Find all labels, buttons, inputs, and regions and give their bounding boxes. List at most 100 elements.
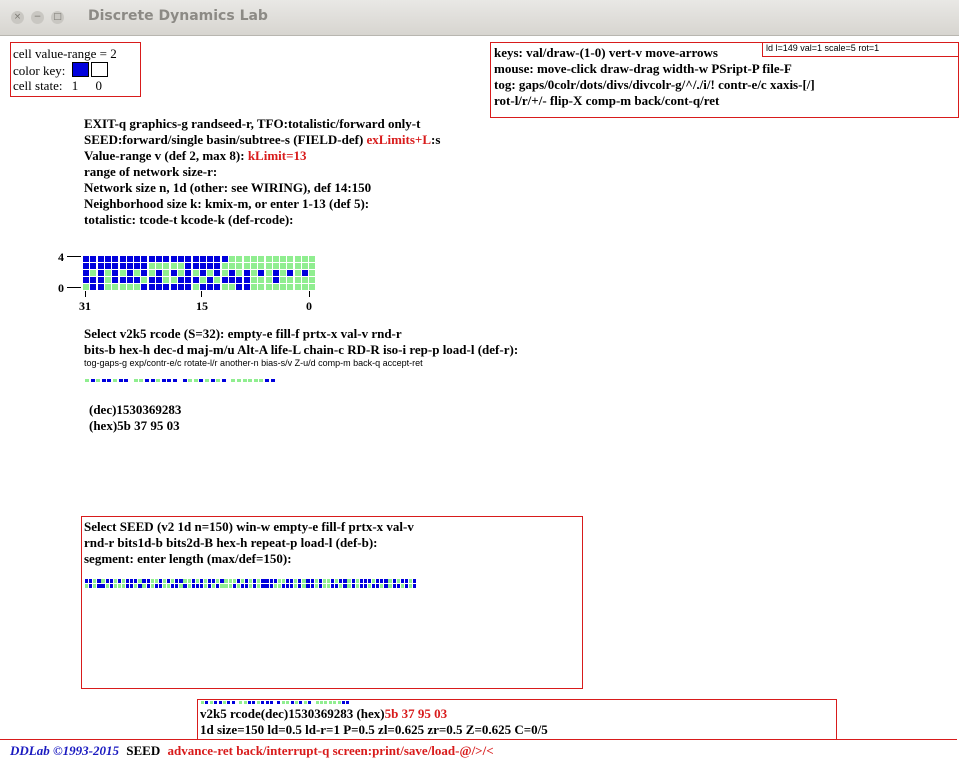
rule-cell xyxy=(294,256,301,262)
rule-cell xyxy=(97,263,104,269)
summary-bit xyxy=(243,701,247,704)
seed-cell xyxy=(150,584,154,588)
window-title: Discrete Dynamics Lab xyxy=(88,8,268,24)
rule-cell xyxy=(236,256,243,262)
seed-cell xyxy=(126,579,130,583)
summary-bit xyxy=(290,701,294,704)
rule-cell xyxy=(90,256,97,262)
rcode-bit xyxy=(188,379,193,382)
summary-bit xyxy=(320,701,323,704)
rule-cell xyxy=(97,256,104,262)
info-box: cell value-range = 2 color key: cell sta… xyxy=(10,42,141,97)
rule-plot-grid[interactable] xyxy=(83,256,316,291)
seed-line-2: rnd-r bits1d-b bits2d-B hex-h repeat-p l… xyxy=(84,535,378,550)
menu-line-2: SEED:forward/single basin/subtree-s (FIE… xyxy=(84,132,440,147)
seed-cell xyxy=(183,584,187,588)
seed-cell xyxy=(367,584,372,588)
rcode-bit xyxy=(221,379,226,382)
seed-cell xyxy=(113,584,117,588)
seed-cell xyxy=(138,584,142,588)
rcode-bit xyxy=(237,379,241,382)
rule-plot-y-label-bottom: 0 xyxy=(58,281,64,295)
close-button[interactable]: × xyxy=(11,11,24,24)
rule-cell xyxy=(199,270,206,276)
seed-cell xyxy=(191,584,195,588)
rule-cell xyxy=(229,270,235,276)
seed-cell xyxy=(322,584,327,588)
seed-pattern[interactable] xyxy=(85,579,505,591)
seed-cell xyxy=(105,584,109,588)
summary-bit xyxy=(223,701,226,704)
seed-cell xyxy=(294,579,298,583)
rule-cell xyxy=(148,263,155,269)
seed-cell xyxy=(302,579,306,583)
rule-cell xyxy=(265,263,272,269)
rule-cell xyxy=(134,284,141,290)
seed-cell xyxy=(372,584,376,588)
seed-cell xyxy=(257,584,261,588)
rule-cell xyxy=(112,270,119,276)
rule-cell xyxy=(163,277,170,283)
rule-cell xyxy=(134,256,141,262)
seed-cell xyxy=(347,584,351,588)
rule-cell xyxy=(309,270,316,276)
rule-cell xyxy=(309,284,316,290)
seed-cell xyxy=(208,584,212,588)
seed-cell xyxy=(191,579,195,583)
rcode-bit xyxy=(145,379,149,382)
rule-plot-xtick-31 xyxy=(85,291,86,297)
rule-cell xyxy=(156,270,162,276)
seed-cell xyxy=(343,579,347,583)
rule-cell xyxy=(258,263,265,269)
seed-cell xyxy=(212,584,216,588)
seed-cell xyxy=(290,584,294,588)
seed-cell xyxy=(326,579,331,583)
menu-seed-option: SEED:forward/single basin/subtree-s (FIE… xyxy=(84,132,364,147)
seed-cell xyxy=(183,579,187,583)
seed-cell xyxy=(142,584,146,588)
rule-cell xyxy=(221,277,228,283)
seed-cell xyxy=(388,579,392,583)
minimize-button[interactable]: − xyxy=(31,11,44,24)
rule-plot-x-label-31: 31 xyxy=(79,299,91,313)
rule-cell xyxy=(243,277,250,283)
seed-cell xyxy=(93,584,97,588)
rule-cell xyxy=(112,263,119,269)
seed-cell xyxy=(310,584,314,588)
seed-cell xyxy=(273,579,277,583)
rule-cell xyxy=(170,277,177,283)
summary-bit xyxy=(231,701,235,704)
summary-bit xyxy=(265,701,269,704)
seed-cell xyxy=(126,584,130,588)
seed-cell xyxy=(388,584,392,588)
rule-cell xyxy=(272,270,279,276)
summary-rcode: v2k5 rcode(dec)1530369283 (hex) xyxy=(200,706,385,721)
seed-cell xyxy=(208,579,212,583)
rule-cell xyxy=(272,256,279,262)
rule-cell xyxy=(258,256,265,262)
rule-cell xyxy=(156,277,162,283)
seed-cell xyxy=(203,584,208,588)
rule-cell xyxy=(221,284,228,290)
seed-cell xyxy=(363,579,368,583)
keys-line-4: rot-l/r/+/- flip-X comp-m back/cont-q/re… xyxy=(494,93,720,108)
rule-cell xyxy=(250,270,257,276)
rule-cell xyxy=(280,263,287,269)
seed-cell xyxy=(85,584,89,588)
rule-cell xyxy=(90,277,97,283)
maximize-button[interactable]: □ xyxy=(51,11,64,24)
rcode-dec: (dec)1530369283 xyxy=(89,402,182,417)
summary-bit xyxy=(299,701,303,704)
summary-bit xyxy=(315,701,319,704)
rule-cell xyxy=(148,256,155,262)
seed-cell xyxy=(339,584,343,588)
value-range-label: cell value-range = 2 xyxy=(13,46,117,61)
seed-cell xyxy=(331,579,335,583)
seed-cell xyxy=(400,584,404,588)
seed-cell xyxy=(343,584,347,588)
rule-cell xyxy=(309,256,316,262)
status-readout-box: ld l=149 val=1 scale=5 rot=1 xyxy=(762,42,959,57)
summary-bit xyxy=(248,701,251,704)
rule-cell xyxy=(229,277,235,283)
rule-cell xyxy=(112,284,119,290)
